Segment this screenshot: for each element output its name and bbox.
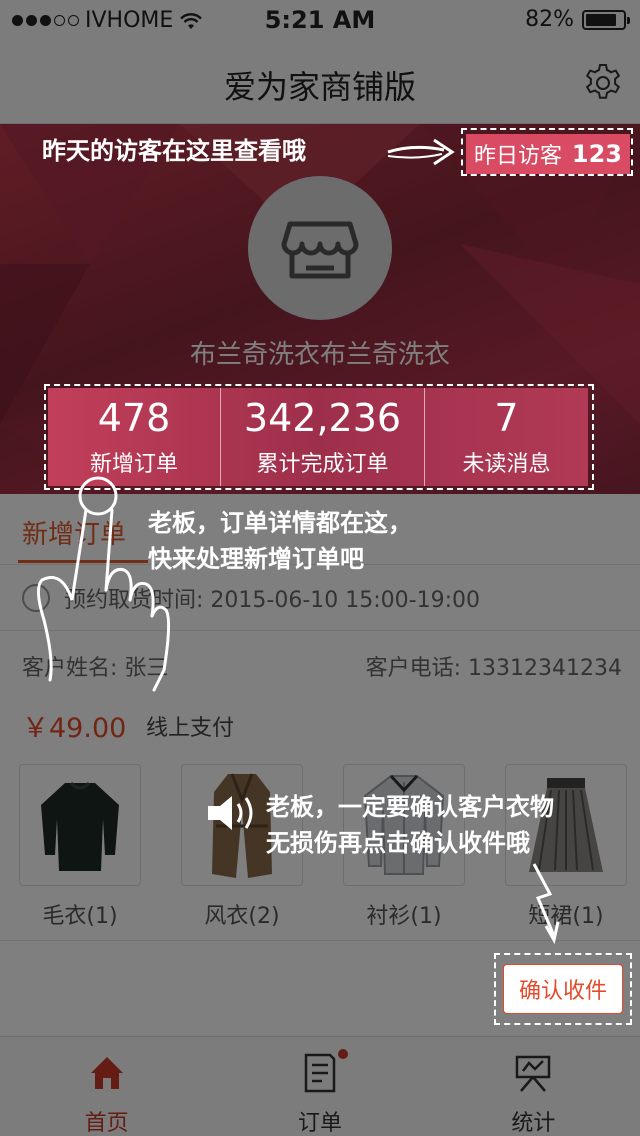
guide-tip-confirm-2: 无损伤再点击确认收件哦 — [266, 828, 530, 857]
sweater-icon — [19, 764, 141, 886]
tab-stats[interactable]: 统计 — [427, 1037, 640, 1136]
guide-tip-orders-1: 老板，订单详情都在这， — [148, 508, 412, 537]
garment-name: 衬衫(1) — [366, 904, 442, 929]
tab-home[interactable]: 首页 — [0, 1037, 213, 1136]
store-icon — [281, 221, 359, 279]
guide-tip-visitors: 昨天的访客在这里查看哦 — [42, 136, 306, 165]
zigzag-arrow-icon — [532, 863, 560, 944]
stat-unread-messages[interactable]: 7 未读消息 — [424, 388, 588, 486]
page-title: 爱为家商铺版 — [223, 68, 416, 106]
stat-label: 累计完成订单 — [256, 452, 389, 477]
garment-name: 毛衣(1) — [42, 904, 118, 929]
orders-badge-dot — [338, 1049, 348, 1059]
garment-name: 短裙(1) — [528, 904, 604, 929]
hand-pointer-icon — [37, 476, 171, 692]
store-avatar[interactable] — [248, 176, 392, 320]
store-name: 布兰奇洗衣布兰奇洗衣 — [189, 340, 450, 370]
visitors-count: 123 — [571, 140, 622, 168]
payment-method: 线上支付 — [146, 716, 235, 741]
tab-label: 统计 — [511, 1111, 556, 1136]
battery-percent: 82% — [525, 7, 574, 32]
tab-orders[interactable]: 订单 — [213, 1037, 426, 1136]
nav-bar: 爱为家商铺版 — [0, 40, 640, 124]
stat-value: 342,236 — [243, 396, 402, 440]
speaker-icon — [208, 796, 253, 830]
visitors-label: 昨日访客 — [474, 144, 563, 169]
tab-bar: 首页 订单 统计 — [0, 1036, 640, 1136]
home-icon — [90, 1057, 123, 1089]
order-price: ￥49.00 — [22, 713, 127, 744]
stat-value: 7 — [494, 396, 519, 440]
customer-phone[interactable]: 客户电话: 13312341234 — [366, 650, 622, 682]
arrow-right-icon — [387, 138, 455, 166]
status-right: 82% — [525, 7, 630, 32]
visitors-highlight[interactable]: 昨日访客 123 — [466, 134, 630, 174]
shirt-icon — [343, 764, 465, 886]
confirm-highlight[interactable]: 确认收件 — [503, 964, 623, 1014]
tab-label: 首页 — [84, 1111, 129, 1136]
status-bar: IVHOME 5:21 AM 82% — [0, 0, 640, 40]
tab-label: 订单 — [297, 1111, 342, 1136]
stats-icon — [516, 1055, 551, 1092]
battery-icon — [582, 9, 630, 30]
guide-tip-confirm-1: 老板，一定要确认客户衣物 — [266, 792, 554, 821]
garment-item[interactable]: 毛衣(1) — [18, 764, 142, 930]
gear-icon[interactable] — [582, 62, 624, 104]
stat-value: 478 — [97, 396, 171, 440]
stat-completed-orders[interactable]: 342,236 累计完成订单 — [220, 388, 424, 486]
stat-label: 未读消息 — [462, 452, 551, 477]
guide-tip-orders-2: 快来处理新增订单吧 — [148, 544, 364, 573]
orders-icon — [304, 1053, 336, 1093]
garment-name: 风衣(2) — [204, 904, 280, 929]
